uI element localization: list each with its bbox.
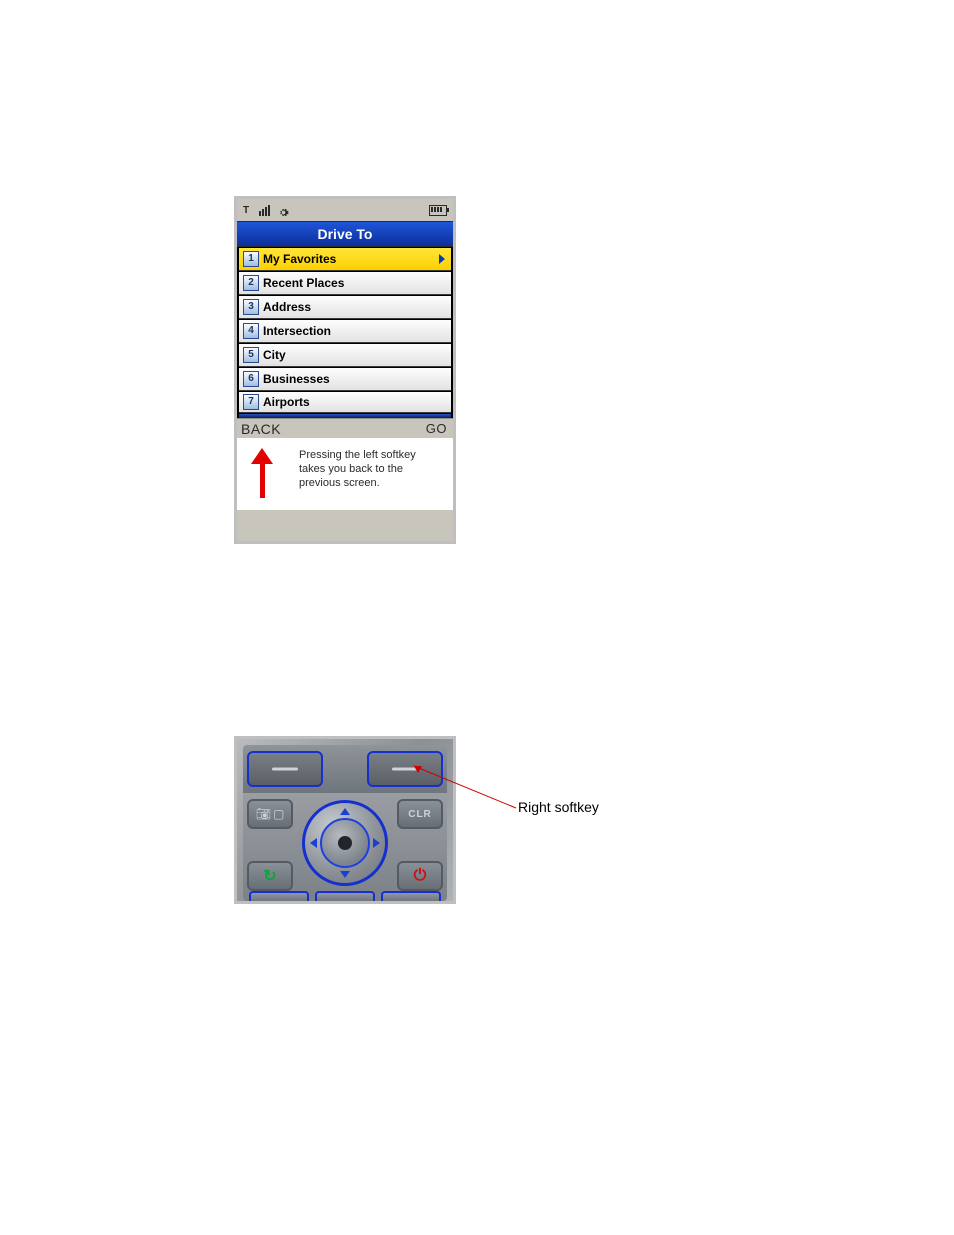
end-key[interactable]: ⏻ <box>397 861 443 891</box>
call-send-icon: ↻ <box>263 866 276 886</box>
signal-bars-icon <box>259 205 270 216</box>
menu-item-label: Intersection <box>263 324 445 338</box>
phone-keypad-photo: 📷︎▢ CLR ↻ ⏻ <box>234 736 456 904</box>
signal-icon: T <box>243 205 249 216</box>
menu-item-businesses[interactable]: 6 Businesses <box>239 367 451 391</box>
menu-item-number: 6 <box>243 371 259 387</box>
up-arrow-icon <box>245 446 279 506</box>
menu-item-number: 4 <box>243 323 259 339</box>
softkey-go[interactable]: GO <box>426 421 447 436</box>
menu-item-label: Address <box>263 300 445 314</box>
menu-item-label: Businesses <box>263 372 445 386</box>
phone-screen-frame: T Drive To 1 My Favorites 2 Recent Place… <box>234 196 456 544</box>
menu-item-address[interactable]: 3 Address <box>239 295 451 319</box>
dpad-center-dot <box>338 836 352 850</box>
camera-key[interactable]: 📷︎▢ <box>247 799 293 829</box>
tip-panel: Pressing the left softkey takes you back… <box>237 438 453 510</box>
status-left: T <box>243 205 289 216</box>
callout-label: Right softkey <box>518 799 599 815</box>
status-bar: T <box>237 199 453 221</box>
keypad-middle-row: 📷︎▢ CLR ↻ ⏻ <box>243 793 447 901</box>
number-key[interactable] <box>249 891 309 901</box>
dpad-left-icon <box>310 838 317 848</box>
menu-item-number: 1 <box>243 251 259 267</box>
menu-item-airports[interactable]: 7 Airports <box>239 391 451 413</box>
menu-item-my-favorites[interactable]: 1 My Favorites <box>239 247 451 271</box>
menu-item-label: City <box>263 348 445 362</box>
dpad-ok-button[interactable] <box>320 818 370 868</box>
menu-item-intersection[interactable]: 4 Intersection <box>239 319 451 343</box>
navigation-dpad[interactable] <box>302 800 388 886</box>
right-softkey-button[interactable] <box>367 751 443 787</box>
camera-icon: 📷︎▢ <box>256 807 285 821</box>
dpad-right-icon <box>373 838 380 848</box>
softkey-back[interactable]: BACK <box>241 421 281 437</box>
chevron-right-icon <box>439 254 445 264</box>
menu-item-label: Recent Places <box>263 276 445 290</box>
screen-title: Drive To <box>237 221 453 247</box>
menu-item-recent-places[interactable]: 2 Recent Places <box>239 271 451 295</box>
battery-icon <box>429 205 447 216</box>
keypad-top-row <box>243 745 447 793</box>
menu-list: 1 My Favorites 2 Recent Places 3 Address… <box>237 247 453 418</box>
menu-item-number: 2 <box>243 275 259 291</box>
menu-item-number: 7 <box>243 394 259 410</box>
menu-item-label: Airports <box>263 395 445 409</box>
menu-item-label: My Favorites <box>263 252 439 266</box>
menu-item-number: 3 <box>243 299 259 315</box>
softkey-bar: BACK GO <box>237 418 453 438</box>
gear-icon <box>278 205 289 216</box>
dpad-up-icon <box>340 808 350 815</box>
tip-text: Pressing the left softkey takes you back… <box>279 446 443 506</box>
clr-key[interactable]: CLR <box>397 799 443 829</box>
menu-item-city[interactable]: 5 City <box>239 343 451 367</box>
number-keys-row <box>249 891 441 901</box>
left-softkey-button[interactable] <box>247 751 323 787</box>
send-key[interactable]: ↻ <box>247 861 293 891</box>
number-key[interactable] <box>381 891 441 901</box>
menu-item-number: 5 <box>243 347 259 363</box>
dpad-down-icon <box>340 871 350 878</box>
call-end-icon: ⏻ <box>414 867 427 885</box>
number-key[interactable] <box>315 891 375 901</box>
